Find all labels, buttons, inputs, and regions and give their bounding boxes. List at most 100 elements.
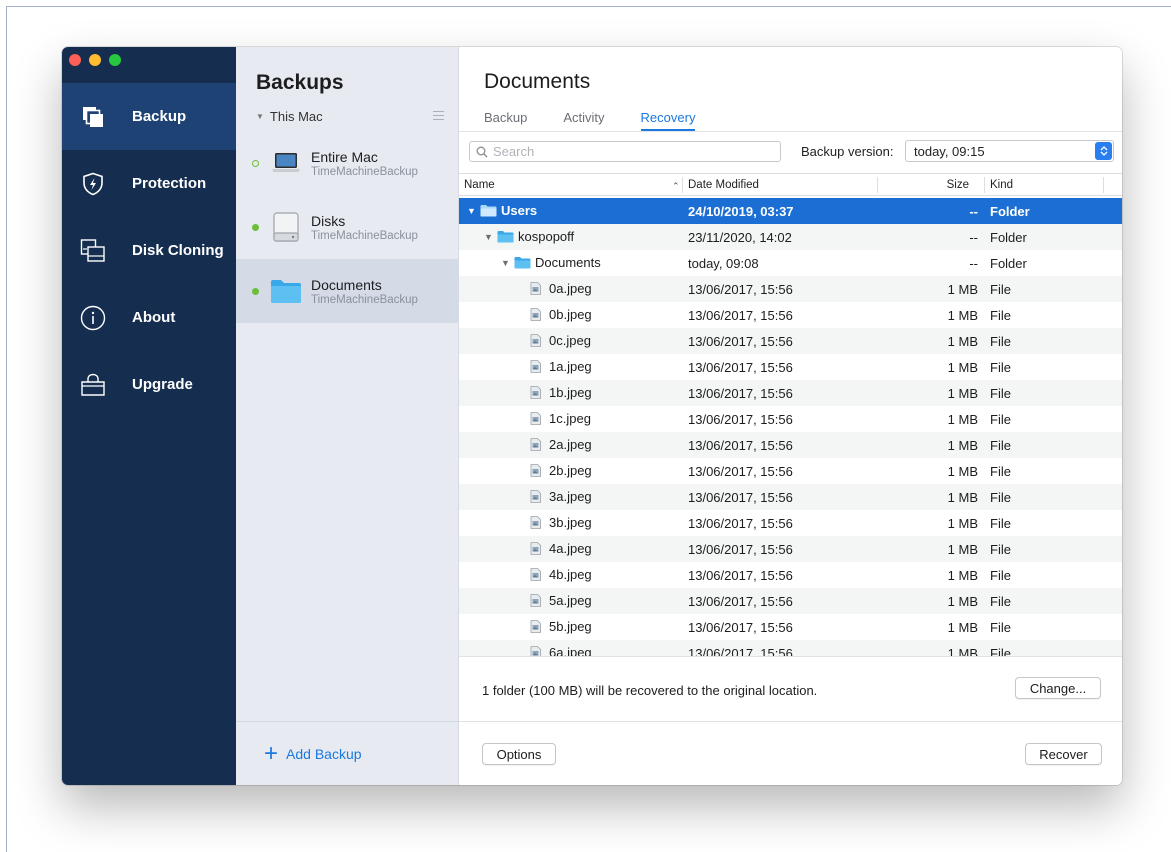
- folder-icon: [480, 205, 497, 217]
- name-cell: 0a.jpeg: [530, 281, 592, 296]
- name-cell: 6a.jpeg: [530, 645, 592, 656]
- page-title: Documents: [484, 70, 591, 93]
- table-row[interactable]: 0a.jpeg 13/06/2017, 15:56 1 MB File: [459, 276, 1122, 302]
- kind-cell: Folder: [990, 204, 1030, 219]
- backup-name: Disks: [311, 212, 346, 229]
- file-name: 2a.jpeg: [549, 437, 592, 452]
- date-modified-cell: today, 09:08: [688, 256, 759, 271]
- backup-name: Entire Mac: [311, 148, 378, 165]
- column-header-name[interactable]: Name: [464, 179, 495, 191]
- backup-item-disks[interactable]: Disks TimeMachineBackup: [236, 195, 459, 259]
- size-cell: 1 MB: [947, 594, 978, 609]
- table-row[interactable]: ▼ Documents today, 09:08 -- Folder: [459, 250, 1122, 276]
- table-row[interactable]: 1c.jpeg 13/06/2017, 15:56 1 MB File: [459, 406, 1122, 432]
- file-name: Users: [501, 203, 538, 218]
- column-separator: [682, 177, 683, 193]
- table-row[interactable]: ▼ kospopoff 23/11/2020, 14:02 -- Folder: [459, 224, 1122, 250]
- recovery-status-text: 1 folder (100 MB) will be recovered to t…: [482, 683, 818, 698]
- add-backup-button[interactable]: + Add Backup: [236, 721, 459, 785]
- tab-recovery[interactable]: Recovery: [640, 110, 696, 131]
- kind-cell: File: [990, 542, 1011, 557]
- nav-item-label: Disk Cloning: [132, 242, 224, 259]
- table-row[interactable]: 0c.jpeg 13/06/2017, 15:56 1 MB File: [459, 328, 1122, 354]
- disclosure-triangle-icon[interactable]: ▼: [501, 258, 510, 268]
- minimize-window-button[interactable]: [89, 54, 101, 66]
- column-header-date[interactable]: Date Modified: [688, 179, 759, 191]
- image-file-icon: [530, 542, 541, 555]
- app-window: Backup Protection Disk Cloning About Upg…: [62, 47, 1122, 785]
- kind-cell: File: [990, 594, 1011, 609]
- image-file-icon: [530, 412, 541, 425]
- select-arrows-icon: [1095, 142, 1112, 160]
- size-cell: 1 MB: [947, 490, 978, 505]
- nav-item-protection[interactable]: Protection: [62, 150, 236, 217]
- table-row[interactable]: 1b.jpeg 13/06/2017, 15:56 1 MB File: [459, 380, 1122, 406]
- column-separator: [877, 177, 878, 193]
- image-file-icon: [530, 620, 541, 633]
- date-modified-cell: 13/06/2017, 15:56: [688, 282, 793, 297]
- search-field[interactable]: [469, 141, 781, 162]
- table-row[interactable]: 4a.jpeg 13/06/2017, 15:56 1 MB File: [459, 536, 1122, 562]
- column-header-kind[interactable]: Kind: [990, 179, 1013, 191]
- table-row[interactable]: 1a.jpeg 13/06/2017, 15:56 1 MB File: [459, 354, 1122, 380]
- table-row[interactable]: 0b.jpeg 13/06/2017, 15:56 1 MB File: [459, 302, 1122, 328]
- nav-item-label: About: [132, 309, 176, 326]
- table-row[interactable]: 5b.jpeg 13/06/2017, 15:56 1 MB File: [459, 614, 1122, 640]
- plus-icon: +: [264, 739, 279, 767]
- table-row[interactable]: 2b.jpeg 13/06/2017, 15:56 1 MB File: [459, 458, 1122, 484]
- name-cell: 5a.jpeg: [530, 593, 592, 608]
- close-window-button[interactable]: [69, 54, 81, 66]
- disclosure-triangle-icon: ▼: [256, 112, 264, 121]
- recover-button[interactable]: Recover: [1025, 743, 1102, 765]
- nav-item-label: Backup: [132, 108, 187, 125]
- column-separator: [984, 177, 985, 193]
- nav-item-disk-cloning[interactable]: Disk Cloning: [62, 217, 236, 284]
- table-row[interactable]: 3b.jpeg 13/06/2017, 15:56 1 MB File: [459, 510, 1122, 536]
- backup-item-entire-mac[interactable]: Entire Mac TimeMachineBackup: [236, 131, 459, 195]
- name-cell: 4b.jpeg: [530, 567, 592, 582]
- table-row[interactable]: 5a.jpeg 13/06/2017, 15:56 1 MB File: [459, 588, 1122, 614]
- status-dot: [252, 223, 259, 231]
- nav-item-upgrade[interactable]: Upgrade: [62, 351, 236, 418]
- maximize-window-button[interactable]: [109, 54, 121, 66]
- table-row[interactable]: 2a.jpeg 13/06/2017, 15:56 1 MB File: [459, 432, 1122, 458]
- group-header-this-mac[interactable]: ▼ This Mac: [256, 109, 323, 124]
- date-modified-cell: 13/06/2017, 15:56: [688, 438, 793, 453]
- kind-cell: Folder: [990, 230, 1027, 245]
- column-header-size[interactable]: Size: [947, 179, 969, 191]
- table-row[interactable]: ▼ Users 24/10/2019, 03:37 -- Folder: [459, 198, 1122, 224]
- backup-version-value: today, 09:15: [914, 143, 985, 159]
- size-cell: 1 MB: [947, 282, 978, 297]
- disclosure-triangle-icon[interactable]: ▼: [484, 232, 493, 242]
- backup-subtitle: TimeMachineBackup: [311, 165, 418, 178]
- date-modified-cell: 13/06/2017, 15:56: [688, 594, 793, 609]
- date-modified-cell: 24/10/2019, 03:37: [688, 204, 794, 219]
- recovery-panel: Documents Backup Activity Recovery Backu…: [459, 47, 1122, 785]
- options-button[interactable]: Options: [482, 743, 556, 765]
- search-input[interactable]: [493, 144, 773, 159]
- date-modified-cell: 13/06/2017, 15:56: [688, 568, 793, 583]
- file-name: Documents: [535, 255, 601, 270]
- nav-item-label: Protection: [132, 175, 207, 192]
- disclosure-triangle-icon[interactable]: ▼: [467, 206, 476, 216]
- tab-activity[interactable]: Activity: [563, 110, 604, 131]
- backup-version-select[interactable]: today, 09:15: [905, 140, 1114, 162]
- list-menu-icon[interactable]: [433, 111, 444, 123]
- nav-item-backup[interactable]: Backup: [62, 83, 236, 150]
- kind-cell: File: [990, 646, 1011, 656]
- backup-item-documents[interactable]: Documents TimeMachineBackup: [236, 259, 459, 323]
- tab-backup[interactable]: Backup: [484, 110, 527, 131]
- hard-disk-icon: [269, 212, 303, 242]
- size-cell: 1 MB: [947, 568, 978, 583]
- date-modified-cell: 13/06/2017, 15:56: [688, 542, 793, 557]
- size-cell: 1 MB: [947, 386, 978, 401]
- table-row[interactable]: 4b.jpeg 13/06/2017, 15:56 1 MB File: [459, 562, 1122, 588]
- nav-item-about[interactable]: About: [62, 284, 236, 351]
- name-cell: 5b.jpeg: [530, 619, 592, 634]
- status-dot: [252, 159, 259, 167]
- date-modified-cell: 23/11/2020, 14:02: [688, 230, 792, 245]
- table-row[interactable]: 6a.jpeg 13/06/2017, 15:56 1 MB File: [459, 640, 1122, 656]
- image-file-icon: [530, 594, 541, 607]
- table-row[interactable]: 3a.jpeg 13/06/2017, 15:56 1 MB File: [459, 484, 1122, 510]
- change-location-button[interactable]: Change...: [1015, 677, 1101, 699]
